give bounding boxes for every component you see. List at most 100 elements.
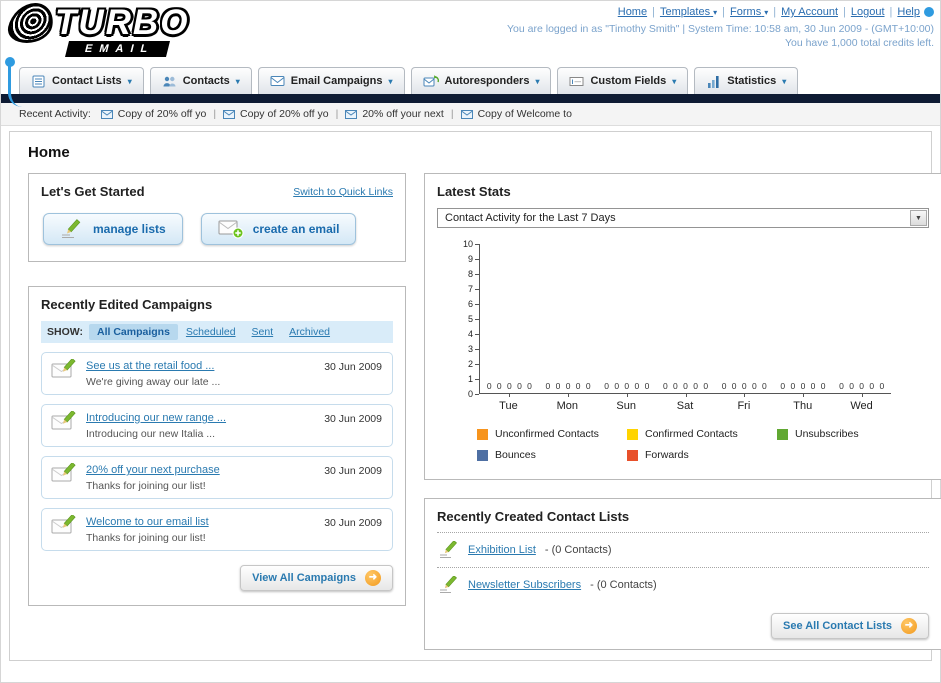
view-all-campaigns-button[interactable]: View All Campaigns ➜ [240,565,393,591]
tab-contact-lists[interactable]: Contact Lists ▾ [19,67,144,94]
main-content: Home Let's Get Started Switch to Quick L… [9,131,941,661]
legend-item: Confirmed Contacts [627,428,777,440]
chevron-down-icon: ▾ [764,8,769,17]
activity-separator: | [335,108,339,120]
nav-divider-bar [1,94,940,103]
contact-list-item[interactable]: Exhibition List - (0 Contacts) [437,532,929,567]
manage-lists-button[interactable]: manage lists [43,213,183,245]
legend-swatch [477,449,488,461]
chart-value-labels: 0 0 0 0 0 [662,381,709,391]
legend-label: Unsubscribes [795,428,859,440]
legend-swatch [627,449,638,461]
contact-lists-title: Recently Created Contact Lists [437,509,630,524]
contact-list-name-link[interactable]: Newsletter Subscribers [468,579,581,591]
campaign-title-link[interactable]: See us at the retail food ... [86,360,220,372]
envelope-plus-icon [218,219,244,239]
create-email-button[interactable]: create an email [200,213,357,245]
campaign-date: 30 Jun 2009 [324,517,382,529]
chevron-down-icon: ▾ [713,8,718,17]
nav-logout-link[interactable]: Logout [851,6,885,18]
chart-value-labels: 0 0 0 0 0 [780,381,826,391]
header-right: Home | Templates ▾ | Forms ▾ | My Account | Logo… [507,6,934,49]
tab-custom-fields[interactable]: Custom Fields ▾ [557,67,689,94]
tab-label: Autoresponders [444,75,530,87]
recent-activity-text: 20% off your next [362,108,444,120]
campaign-title-link[interactable]: Welcome to our email list [86,516,209,528]
main-nav-tabs: Contact Lists ▾ Contacts ▾ Email Campaig… [1,65,940,94]
switch-quick-links-link[interactable]: Switch to Quick Links [293,186,393,198]
show-label: SHOW: [47,326,83,338]
y-axis-tick: 9 [468,254,479,264]
nav-templates-link[interactable]: Templates ▾ [660,6,717,18]
app-window: TURBO EMAIL Home | Templates ▾ | Forms ▾ | My … [0,0,941,683]
chart-plot-area: 0 0 0 0 0 0 0 0 0 0 0 0 0 0 0 0 0 0 0 0 0 0 … [479,244,891,397]
campaign-list-item[interactable]: Introducing our new range ... Introducin… [41,404,393,447]
right-column: Latest Stats Contact Activity for the La… [424,173,941,650]
nav-separator: | [889,6,893,18]
envelope-icon [223,109,236,119]
nav-forms-link[interactable]: Forms ▾ [730,6,768,18]
y-axis-tick: 10 [463,239,479,249]
campaign-list-item[interactable]: Welcome to our email list Thanks for joi… [41,508,393,551]
legend-label: Confirmed Contacts [645,428,738,440]
y-axis-tick: 0 [468,389,479,399]
tab-label: Contact Lists [52,75,122,87]
turbo-email-logo[interactable]: TURBO EMAIL [4,3,189,57]
see-all-contact-lists-button[interactable]: See All Contact Lists ➜ [770,613,929,639]
y-axis-tick: 5 [468,314,479,324]
nav-help-link[interactable]: Help [897,6,920,18]
logo-main: TURBO [4,3,189,43]
nav-home-link[interactable]: Home [618,6,647,18]
recent-activity-item[interactable]: 20% off your next [345,108,444,120]
tab-contacts[interactable]: Contacts ▾ [149,67,252,94]
tab-label: Contacts [182,75,230,87]
login-info: You are logged in as "Timothy Smith" | S… [507,23,934,35]
campaign-title-link[interactable]: Introducing our new range ... [86,412,226,424]
legend-swatch [627,428,638,440]
chart-bar-group: 0 0 0 0 0 [656,244,715,397]
contact-list-item[interactable]: Newsletter Subscribers - (0 Contacts) [437,567,929,602]
arrow-right-icon: ➜ [365,570,381,586]
stats-period-select[interactable]: Contact Activity for the Last 7 Days ▼ [437,208,929,228]
contact-activity-chart: 10 9 8 7 6 5 4 3 2 1 0 0 0 0 0 00 0 0 0 00 0 0 0 0… [453,239,929,399]
campaign-list-item[interactable]: 20% off your next purchase Thanks for jo… [41,456,393,499]
campaign-list-item[interactable]: See us at the retail food ... We're givi… [41,352,393,395]
y-axis-tick: 1 [468,374,479,384]
legend-label: Bounces [495,449,536,461]
recent-activity-text: Copy of Welcome to [477,108,572,120]
autoresponders-icon [423,74,439,88]
recent-contact-lists-panel: Recently Created Contact Lists Exhibitio… [424,498,941,650]
filter-scheduled[interactable]: Scheduled [178,324,244,340]
contact-list-name-link[interactable]: Exhibition List [468,544,536,556]
pencil-icon [439,576,459,594]
recent-activity-item[interactable]: Copy of Welcome to [460,108,572,120]
chart-bar-group: 0 0 0 0 0 [480,244,539,397]
nav-forms-label: Forms [730,6,762,18]
legend-item: Bounces [477,449,627,461]
chevron-down-icon: ▾ [672,76,677,86]
help-status-dot [924,7,934,18]
recent-activity-item[interactable]: Copy of 20% off yo [100,108,206,120]
latest-stats-panel: Latest Stats Contact Activity for the La… [424,173,941,480]
filter-all-campaigns[interactable]: All Campaigns [88,324,178,340]
contacts-icon [162,75,177,88]
recent-activity-text: Copy of 20% off yo [240,108,329,120]
filter-archived[interactable]: Archived [281,324,338,340]
campaign-date: 30 Jun 2009 [324,465,382,477]
recent-campaigns-panel: Recently Edited Campaigns SHOW: All Camp… [28,286,406,606]
recent-activity-item[interactable]: Copy of 20% off yo [223,108,329,120]
nav-my-account-link[interactable]: My Account [781,6,838,18]
tab-statistics[interactable]: Statistics ▾ [694,67,799,94]
tab-email-campaigns[interactable]: Email Campaigns ▾ [257,67,405,94]
get-started-panel: Let's Get Started Switch to Quick Links … [28,173,406,262]
latest-stats-title: Latest Stats [437,184,511,199]
campaign-envelope-pencil-icon [51,411,77,433]
stats-period-value: Contact Activity for the Last 7 Days [445,212,616,224]
y-axis-tick: 2 [468,359,479,369]
campaign-title-link[interactable]: 20% off your next purchase [86,464,220,476]
chart-bar-group: 0 0 0 0 0 [832,244,891,397]
tab-autoresponders[interactable]: Autoresponders ▾ [410,67,552,94]
filter-sent[interactable]: Sent [244,324,282,340]
chart-bar-group: 0 0 0 0 0 [597,244,656,397]
tab-label: Email Campaigns [290,75,383,87]
